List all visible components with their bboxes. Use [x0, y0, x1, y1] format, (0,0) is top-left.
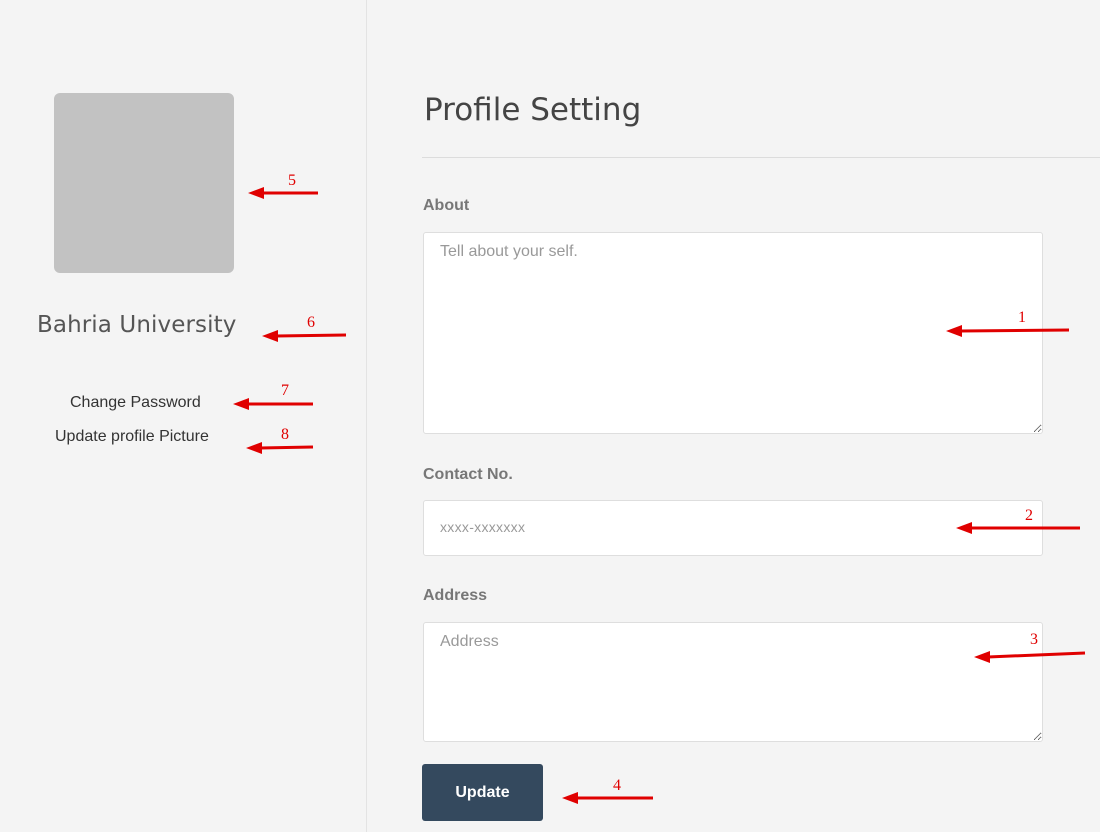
address-textarea[interactable]	[423, 622, 1043, 742]
user-name: Bahria University	[37, 312, 237, 338]
profile-sidebar: Bahria University Change Password Update…	[0, 0, 367, 832]
page-title: Profile Setting	[424, 92, 642, 128]
address-label: Address	[423, 587, 488, 604]
annotation-number-5: 5	[288, 172, 296, 189]
change-password-link[interactable]: Change Password	[70, 394, 201, 412]
annotation-number-8: 8	[281, 426, 289, 443]
annotation-number-2: 2	[1025, 507, 1033, 524]
title-divider	[422, 157, 1100, 158]
contact-input[interactable]	[423, 500, 1043, 556]
contact-label: Contact No.	[423, 466, 513, 483]
annotation-number-6: 6	[307, 314, 315, 331]
about-textarea[interactable]	[423, 232, 1043, 434]
annotation-number-4: 4	[613, 777, 621, 794]
update-button[interactable]: Update	[422, 764, 543, 821]
annotation-number-1: 1	[1018, 309, 1026, 326]
update-profile-picture-link[interactable]: Update profile Picture	[55, 428, 209, 446]
profile-settings-panel: Profile Setting About Contact No. Addres…	[367, 0, 1100, 832]
annotation-number-7: 7	[281, 382, 289, 399]
annotation-number-3: 3	[1030, 631, 1038, 648]
avatar	[54, 93, 234, 273]
about-label: About	[423, 197, 470, 214]
